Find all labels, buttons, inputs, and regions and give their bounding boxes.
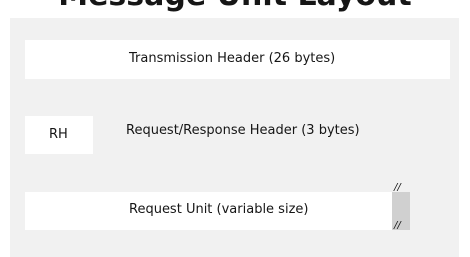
transmission-header-label: Transmission Header (26 bytes) <box>129 51 336 66</box>
request-unit-label: Request Unit (variable size) <box>129 202 309 217</box>
request-response-header-label: Request/Response Header (3 bytes) <box>126 123 360 138</box>
break-slash-bottom: // <box>394 220 401 231</box>
transmission-header-box: Transmission Header (26 bytes) <box>25 40 450 79</box>
request-unit-box: Request Unit (variable size) <box>25 192 392 230</box>
rh-box: RH <box>25 116 93 154</box>
diagram-title: Message Unit Layout <box>0 0 470 14</box>
diagram-panel: Transmission Header (26 bytes) RH Reques… <box>10 18 459 257</box>
rh-label: RH <box>49 127 68 142</box>
break-slash-top: // <box>394 182 401 193</box>
